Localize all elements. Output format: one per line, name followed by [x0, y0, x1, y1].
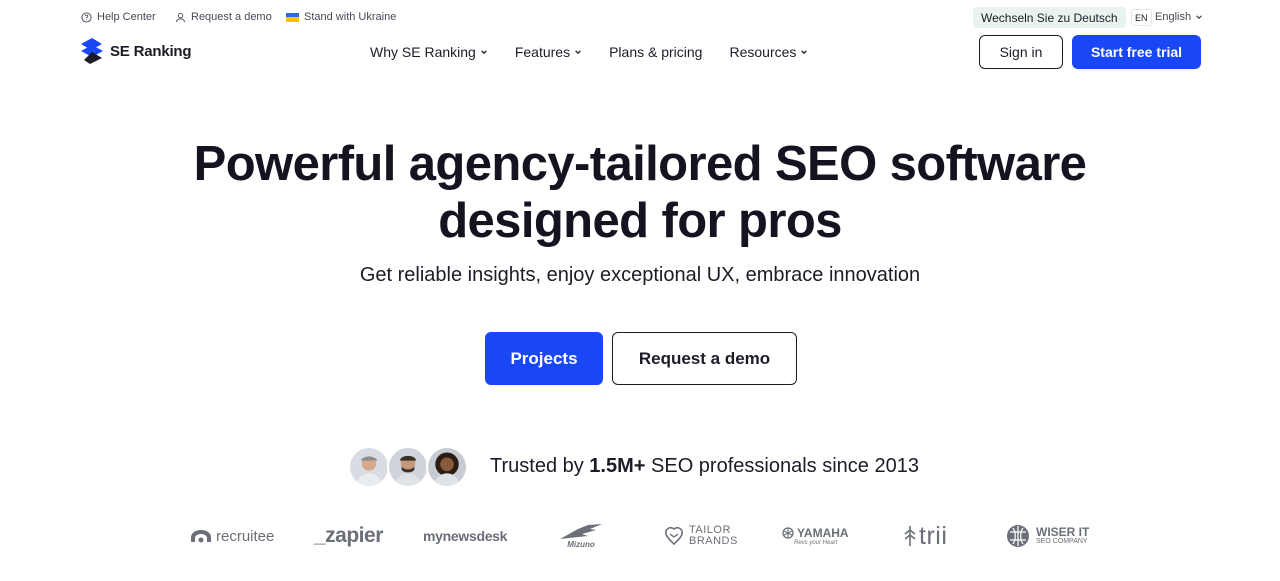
hero-title-line-2: designed for pros — [438, 194, 842, 248]
request-demo-label: Request a demo — [191, 11, 272, 23]
avatar — [387, 446, 429, 488]
request-demo-button[interactable]: Request a demo — [612, 332, 797, 385]
switch-to-german-button[interactable]: Wechseln Sie zu Deutsch — [973, 7, 1126, 28]
avatar — [426, 446, 468, 488]
hero-title-line-1: Powerful agency-tailored SEO software — [193, 137, 1087, 191]
nav-item-plans-pricing[interactable]: Plans & pricing — [609, 44, 702, 60]
user-icon — [175, 12, 186, 22]
language-code-badge: EN — [1131, 9, 1152, 26]
language-selector[interactable]: English — [1155, 11, 1203, 23]
chevron-down-icon — [801, 50, 808, 55]
nav-item-features[interactable]: Features — [515, 44, 582, 60]
chevron-down-icon — [480, 50, 487, 55]
tailor-label-2: BRANDS — [689, 535, 738, 547]
main-nav: Why SE Ranking Features Plans & pricing … — [370, 44, 808, 60]
utility-bar: Help Center Request a demo Stand with Uk… — [0, 0, 1280, 36]
mynewsdesk-logo: mynewsdesk — [423, 528, 508, 544]
tailor-brands-logo: TAILOR BRANDS — [664, 518, 738, 554]
trust-prefix: Trusted by — [490, 455, 590, 477]
help-center-label: Help Center — [97, 11, 156, 23]
wiser-it-label: WISER IT — [1036, 525, 1090, 539]
hero-title: Powerful agency-tailored SEO software de… — [0, 136, 1280, 250]
zapier-logo: _zapier — [314, 524, 383, 547]
recruitee-label: recruitee — [216, 527, 275, 545]
mizuno-runbird-icon — [560, 524, 602, 539]
logo-text: SE Ranking — [110, 42, 192, 60]
request-demo-link[interactable]: Request a demo — [175, 11, 272, 23]
language-name: English — [1155, 11, 1192, 23]
trust-statement: Trusted by 1.5M+ SEO professionals since… — [490, 455, 919, 478]
projects-button[interactable]: Projects — [485, 332, 603, 385]
se-ranking-logo-icon — [81, 38, 103, 64]
chevron-down-icon — [575, 50, 581, 55]
start-free-trial-button[interactable]: Start free trial — [1072, 35, 1201, 69]
tailor-brands-icon — [665, 527, 683, 546]
yamaha-tagline: Revs your Heart — [794, 540, 838, 546]
trii-logo: trii — [903, 518, 947, 554]
wiser-it-logo: WISER IT SEO COMPANY — [1005, 518, 1089, 554]
hero-subtitle: Get reliable insights, enjoy exceptional… — [359, 264, 921, 286]
trii-tree-icon — [904, 526, 916, 546]
trust-suffix: SEO professionals since 2013 — [645, 455, 919, 477]
user-avatars — [348, 446, 470, 489]
stand-with-ukraine-link[interactable]: Stand with Ukraine — [286, 11, 396, 23]
client-logos: recruitee _zapier mynewsdesk Mizuno TAIL… — [0, 518, 1280, 558]
help-center-link[interactable]: Help Center — [81, 11, 156, 23]
chevron-down-icon — [1196, 15, 1202, 20]
nav-item-resources[interactable]: Resources — [729, 44, 808, 60]
trust-count: 1.5M+ — [589, 455, 646, 477]
yamaha-logo: YAMAHA Revs your Heart — [782, 518, 849, 554]
recruitee-logo: recruitee — [190, 518, 274, 554]
help-icon — [81, 11, 92, 23]
nav-item-label: Plans & pricing — [609, 44, 703, 60]
wiser-it-sublabel: SEO COMPANY — [1036, 538, 1088, 545]
sign-in-button[interactable]: Sign in — [979, 35, 1063, 69]
yamaha-label: YAMAHA — [797, 526, 849, 540]
mizuno-logo: Mizuno — [558, 518, 604, 554]
ukraine-flag-icon — [286, 12, 299, 22]
wiser-it-brain-icon — [1007, 525, 1029, 547]
nav-item-label: Resources — [729, 44, 797, 60]
se-ranking-logo[interactable]: SE Ranking — [81, 38, 192, 64]
nav-item-label: Why SE Ranking — [370, 44, 476, 60]
trii-label: trii — [919, 521, 948, 550]
recruitee-icon — [191, 530, 211, 543]
mizuno-label: Mizuno — [567, 540, 595, 549]
yamaha-tuning-fork-icon — [782, 527, 794, 539]
nav-item-label: Features — [514, 44, 571, 60]
nav-item-why-se-ranking[interactable]: Why SE Ranking — [370, 44, 488, 60]
stand-with-ukraine-label: Stand with Ukraine — [304, 11, 397, 23]
avatar — [348, 446, 390, 488]
